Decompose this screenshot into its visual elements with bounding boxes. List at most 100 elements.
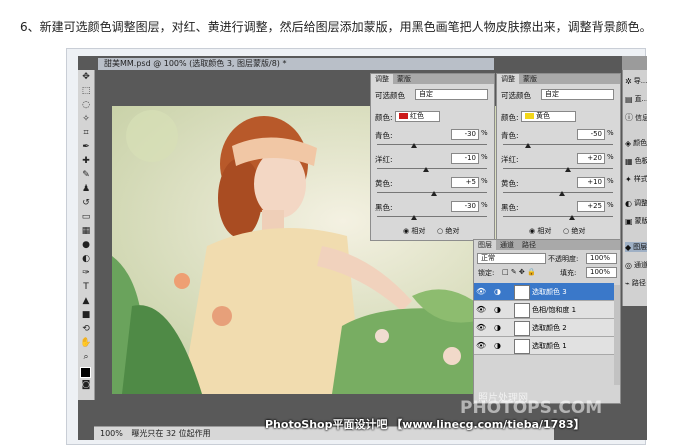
lock-icons[interactable]: □ ✎ ✥ 🔒	[502, 268, 536, 276]
yellow-value-field[interactable]: +10	[577, 177, 605, 188]
dock-item-styles[interactable]: ✦ 样式	[625, 174, 647, 184]
visibility-eye-icon[interactable]: 👁	[476, 305, 486, 314]
layer-row[interactable]: 👁 ◑ 选取颜色 1	[474, 337, 614, 355]
path-select-icon[interactable]: ▲	[79, 295, 93, 308]
adjustment-layer-icon: ◑	[494, 305, 501, 314]
magic-wand-icon[interactable]: ✧	[79, 113, 93, 126]
type-tool-icon[interactable]: T	[79, 281, 93, 294]
visibility-eye-icon[interactable]: 👁	[476, 341, 486, 350]
black-slider-track[interactable]	[503, 216, 613, 217]
magenta-slider-track[interactable]	[503, 168, 613, 169]
black-slider-track[interactable]	[377, 216, 487, 217]
eraser-tool-icon[interactable]: ▭	[79, 211, 93, 224]
magenta-slider-track[interactable]	[377, 168, 487, 169]
black-value-field[interactable]: -30	[451, 201, 479, 212]
layer-row[interactable]: 👁 ◑ 选取颜色 3	[474, 283, 614, 301]
black-slider-thumb[interactable]	[569, 215, 575, 220]
cyan-slider-track[interactable]	[377, 144, 487, 145]
tab-layers[interactable]: 图层	[474, 240, 496, 250]
dock-item-paths[interactable]: ⌁ 路径	[625, 278, 647, 288]
yellow-slider-track[interactable]	[503, 192, 613, 193]
black-value-field[interactable]: +25	[577, 201, 605, 212]
yellow-slider-thumb[interactable]	[559, 191, 565, 196]
layer-mask-thumbnail[interactable]	[514, 285, 530, 300]
lasso-tool-icon[interactable]: ◌	[79, 99, 93, 112]
tab-channels[interactable]: 通道	[496, 240, 518, 250]
foreground-color-swatch[interactable]	[80, 367, 91, 378]
tab-paths[interactable]: 路径	[518, 240, 540, 250]
yellow-chip	[525, 113, 534, 119]
pen-tool-icon[interactable]: ✑	[79, 267, 93, 280]
hand-tool-icon[interactable]: ✋	[79, 337, 93, 350]
brush-tool-icon[interactable]: ✎	[79, 169, 93, 182]
dock-item-histogram[interactable]: ▤ 直...	[625, 94, 647, 104]
dock-item-color[interactable]: ◈ 颜色	[625, 138, 647, 148]
slider-label-yellow: 黄色:	[501, 179, 519, 188]
preset-select[interactable]: 自定	[541, 89, 614, 100]
cyan-slider-thumb[interactable]	[525, 143, 531, 148]
dock-item-layers[interactable]: ◆ 图层	[625, 242, 647, 252]
gradient-tool-icon[interactable]: ▦	[79, 225, 93, 238]
healing-brush-icon[interactable]: ✚	[79, 155, 93, 168]
tab-masks[interactable]: 蒙版	[519, 74, 541, 84]
dock-item-channels[interactable]: ◎ 通道	[625, 260, 647, 270]
black-slider-thumb[interactable]	[411, 215, 417, 220]
opacity-field[interactable]: 100%	[586, 253, 617, 264]
history-brush-icon[interactable]: ↺	[79, 197, 93, 210]
dock-item-info[interactable]: ⓘ 信息	[625, 112, 647, 123]
layer-mask-thumbnail[interactable]	[514, 339, 530, 354]
blur-tool-icon[interactable]: ●	[79, 239, 93, 252]
dock-item-adjustments[interactable]: ◐ 调整	[625, 198, 647, 208]
layer-mask-thumbnail[interactable]	[514, 303, 530, 318]
3d-rotate-icon[interactable]: ⟲	[79, 323, 93, 336]
layers-scrollbar[interactable]	[614, 285, 620, 385]
color-select[interactable]: 黄色	[521, 111, 576, 122]
layer-row[interactable]: 👁 ◑ 色相/饱和度 1	[474, 301, 614, 319]
blend-mode-select[interactable]: 正常	[477, 253, 546, 264]
tab-adjustments[interactable]: 调整	[371, 74, 393, 84]
photoshop-window: ✥ ⬚ ◌ ✧ ⌗ ✒ ✚ ✎ ♟ ↺ ▭ ▦ ● ◐ ✑ T ▲ ■ ⟲ ✋ …	[78, 56, 647, 440]
color-select-value: 红色	[410, 112, 424, 120]
crop-tool-icon[interactable]: ⌗	[79, 127, 93, 140]
adjustments-panel-red: 调整 蒙版 可选颜色 自定 颜色: 红色 青色: -30 % 洋红: -10 % …	[370, 73, 495, 241]
slider-label-cyan: 青色:	[375, 131, 393, 140]
magenta-slider-thumb[interactable]	[423, 167, 429, 172]
yellow-value-field[interactable]: +5	[451, 177, 479, 188]
cyan-slider-track[interactable]	[503, 144, 613, 145]
eyedropper-icon[interactable]: ✒	[79, 141, 93, 154]
radio-relative[interactable]: ◉ 相对	[529, 226, 551, 236]
magenta-value-field[interactable]: +20	[577, 153, 605, 164]
radio-absolute[interactable]: ○ 绝对	[437, 226, 459, 236]
magenta-value-field[interactable]: -10	[451, 153, 479, 164]
marquee-tool-icon[interactable]: ⬚	[79, 85, 93, 98]
cyan-value-field[interactable]: -50	[577, 129, 605, 140]
percent-sign: %	[481, 129, 488, 137]
layer-row[interactable]: 👁 ◑ 选取颜色 2	[474, 319, 614, 337]
fill-field[interactable]: 100%	[586, 267, 617, 278]
move-tool-icon[interactable]: ✥	[79, 71, 93, 84]
tab-masks[interactable]: 蒙版	[393, 74, 415, 84]
shape-tool-icon[interactable]: ■	[79, 309, 93, 322]
document-tab[interactable]: 甜美MM.psd @ 100% (选取颜色 3, 图层蒙版/8) *	[98, 58, 494, 70]
layer-mask-thumbnail[interactable]	[514, 321, 530, 336]
radio-relative[interactable]: ◉ 相对	[403, 226, 425, 236]
tab-adjustments[interactable]: 调整	[497, 74, 519, 84]
radio-absolute[interactable]: ○ 绝对	[563, 226, 585, 236]
color-select[interactable]: 红色	[395, 111, 440, 122]
dock-item-swatches[interactable]: ▦ 色板	[625, 156, 647, 166]
cyan-slider-thumb[interactable]	[411, 143, 417, 148]
cyan-value-field[interactable]: -30	[451, 129, 479, 140]
magenta-slider-thumb[interactable]	[565, 167, 571, 172]
visibility-eye-icon[interactable]: 👁	[476, 287, 486, 296]
visibility-eye-icon[interactable]: 👁	[476, 323, 486, 332]
dodge-tool-icon[interactable]: ◐	[79, 253, 93, 266]
preset-label: 可选颜色	[375, 91, 405, 100]
zoom-level[interactable]: 100%	[94, 427, 123, 440]
clone-stamp-icon[interactable]: ♟	[79, 183, 93, 196]
dock-item-masks[interactable]: ▣ 蒙版	[625, 216, 647, 226]
yellow-slider-thumb[interactable]	[431, 191, 437, 196]
zoom-tool-icon[interactable]: ⌕	[79, 351, 93, 364]
preset-select[interactable]: 自定	[415, 89, 488, 100]
dock-item-navigator[interactable]: ✲ 导...	[625, 76, 647, 86]
quick-mask-icon[interactable]: ◙	[79, 379, 93, 392]
